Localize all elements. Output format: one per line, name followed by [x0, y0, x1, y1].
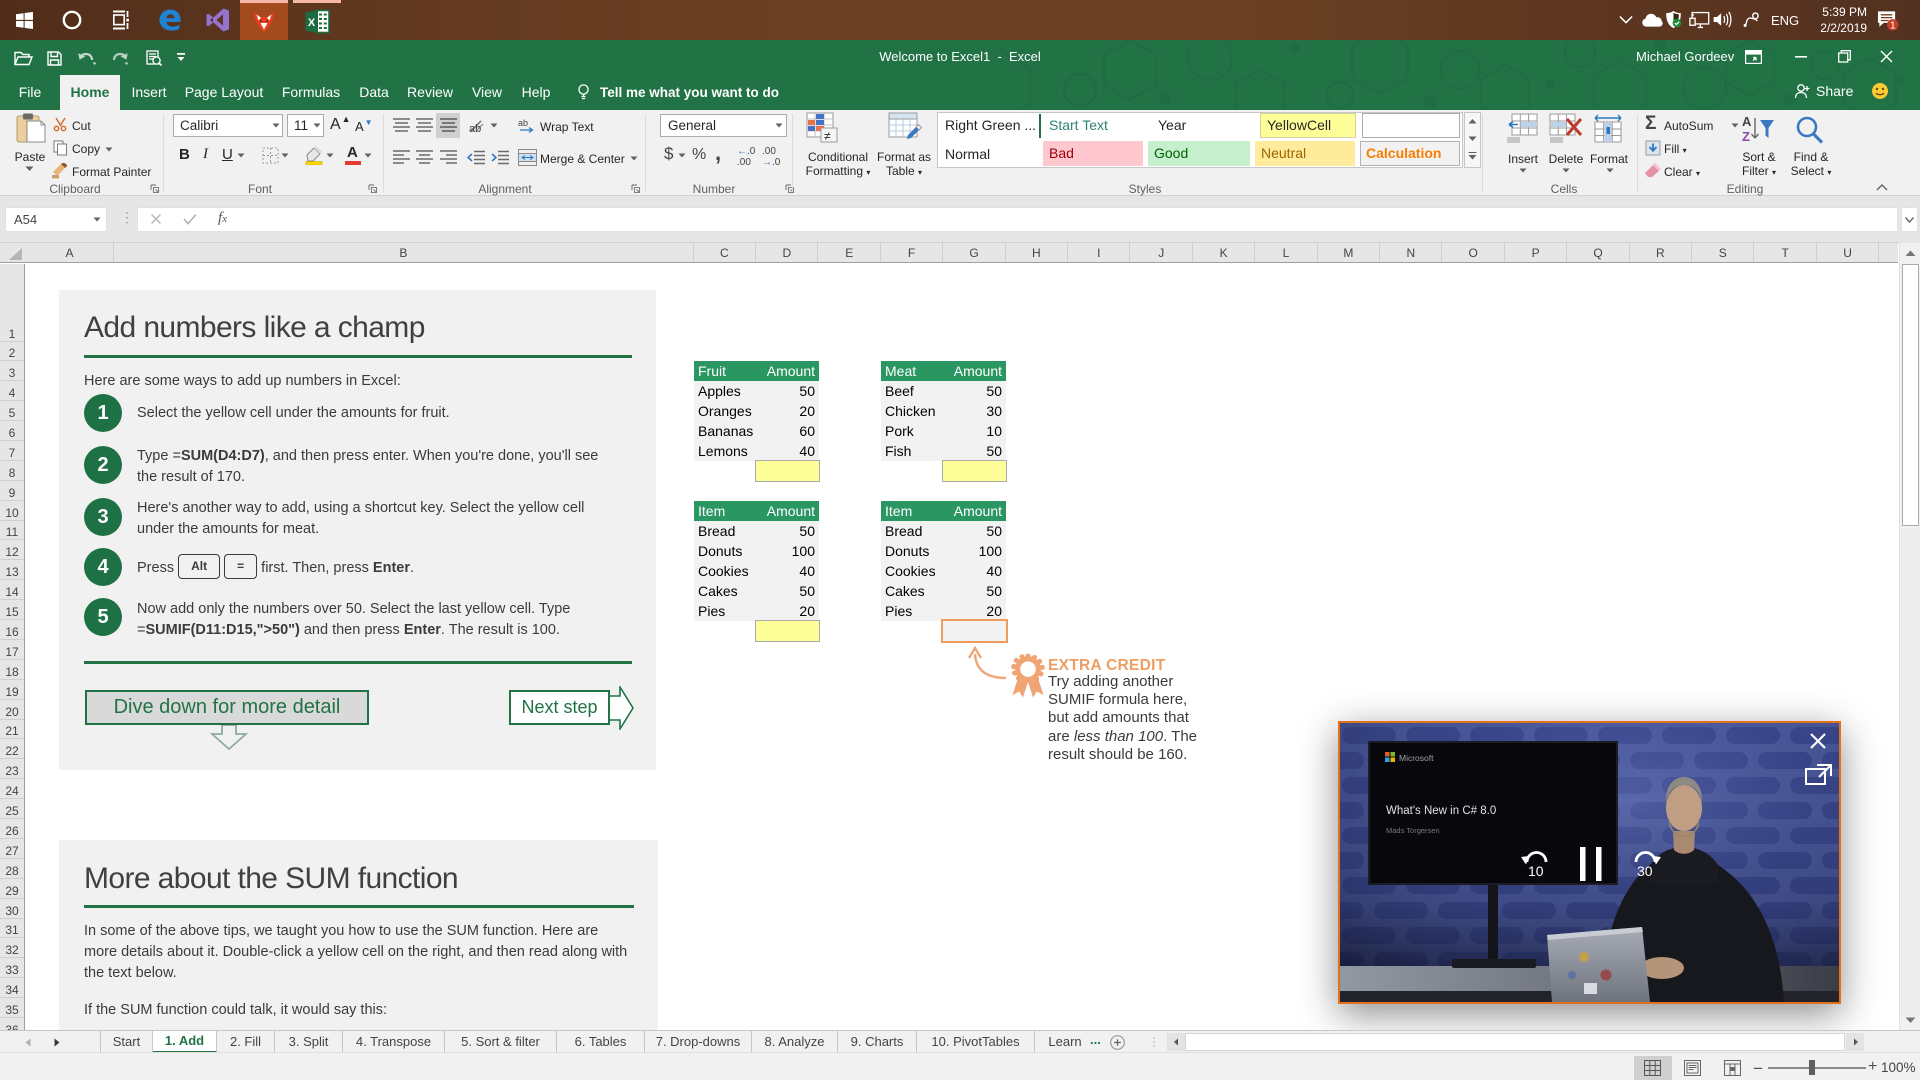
svg-text:ab: ab: [469, 123, 481, 134]
svg-text:X: X: [307, 17, 315, 29]
svg-text:10: 10: [1528, 863, 1544, 879]
svg-text:A: A: [1742, 114, 1752, 129]
svg-text:Z: Z: [1742, 129, 1750, 144]
svg-text:1: 1: [1890, 20, 1896, 31]
svg-text:Mads Torgersen: Mads Torgersen: [1386, 826, 1440, 835]
svg-text:Microsoft: Microsoft: [1399, 753, 1434, 763]
svg-text:≠: ≠: [824, 129, 831, 143]
svg-text:30: 30: [1637, 863, 1653, 879]
svg-text:ab: ab: [518, 118, 528, 128]
svg-text:What's New in C# 8.0: What's New in C# 8.0: [1386, 805, 1496, 817]
